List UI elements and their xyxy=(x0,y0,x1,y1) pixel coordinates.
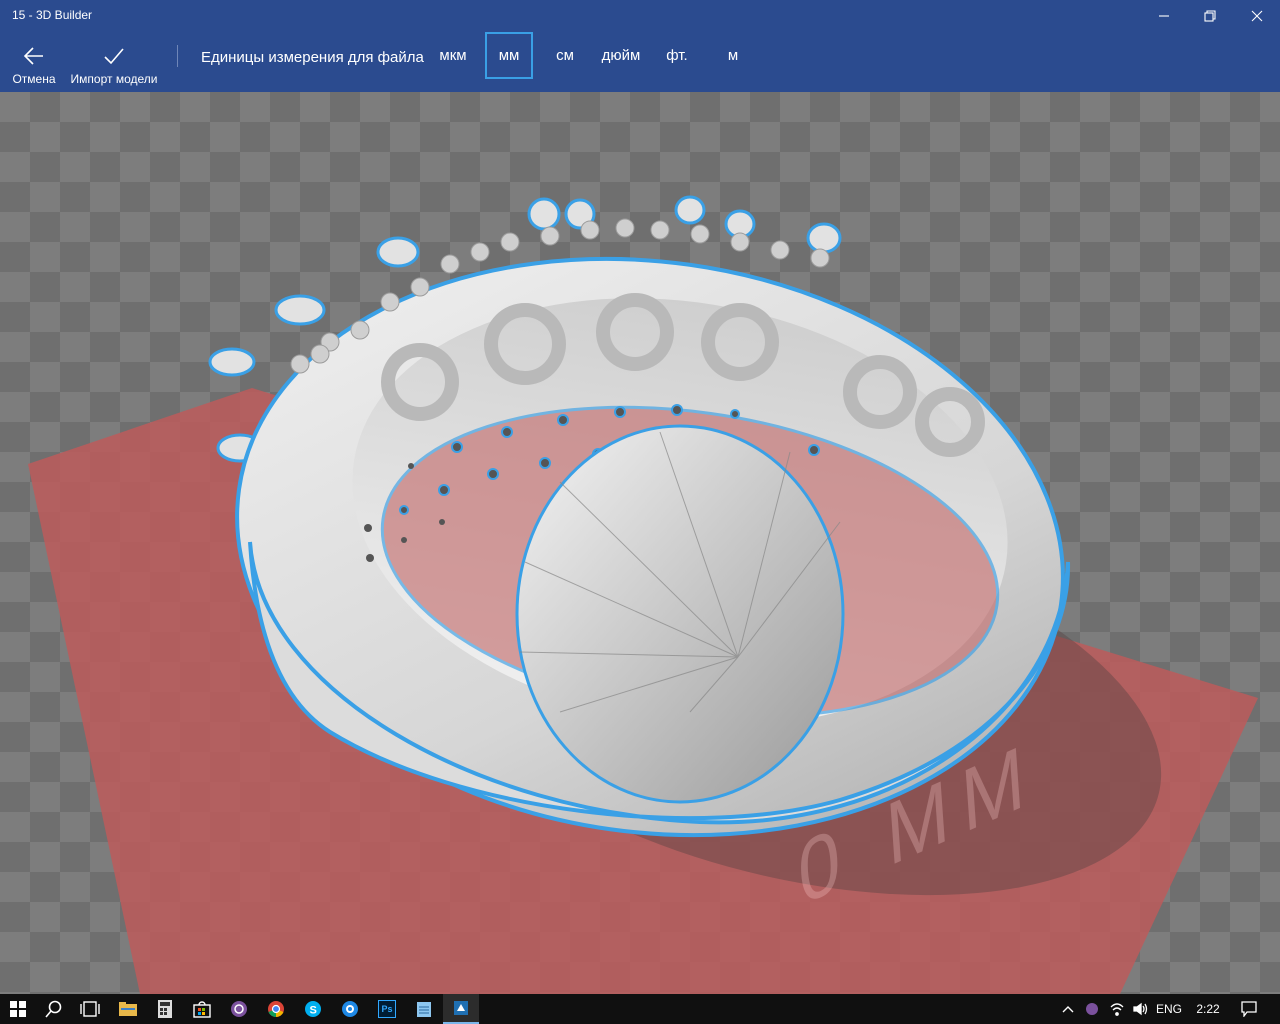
skype-button[interactable]: S xyxy=(295,994,331,1024)
volume-button[interactable] xyxy=(1130,994,1152,1024)
back-arrow-icon xyxy=(22,44,46,68)
store-button[interactable] xyxy=(184,994,220,1024)
title-bar: 15 - 3D Builder xyxy=(0,0,1280,32)
start-icon xyxy=(10,1001,26,1017)
svg-text:S: S xyxy=(310,1005,317,1017)
start-button[interactable] xyxy=(0,994,36,1024)
import-model-label: Импорт модели xyxy=(70,72,158,86)
chrome-button[interactable] xyxy=(258,994,294,1024)
wifi-icon xyxy=(1110,1003,1124,1016)
command-bar: Отмена Импорт модели Единицы измерения д… xyxy=(0,32,1280,92)
minimize-icon xyxy=(1159,15,1169,17)
unit-option-mm[interactable]: мм xyxy=(485,32,533,79)
taskbar: S Ps ENG 2:22 xyxy=(0,994,1280,1024)
3d-builder-button[interactable] xyxy=(443,994,479,1024)
command-separator xyxy=(177,45,178,67)
minimize-button[interactable] xyxy=(1141,0,1187,32)
skype-icon: S xyxy=(305,1001,321,1017)
notepad-button[interactable] xyxy=(406,994,442,1024)
store-icon xyxy=(193,1001,211,1018)
notification-icon xyxy=(1241,1001,1257,1017)
search-icon xyxy=(45,1000,62,1018)
action-center-button[interactable] xyxy=(1234,994,1264,1024)
file-explorer-icon xyxy=(119,1002,137,1016)
chevron-up-icon xyxy=(1062,1006,1074,1013)
photoshop-icon: Ps xyxy=(378,1000,396,1018)
file-explorer-button[interactable] xyxy=(110,994,146,1024)
cancel-label: Отмена xyxy=(12,72,56,86)
notepad-icon xyxy=(417,1002,431,1017)
camera-icon xyxy=(342,1001,358,1017)
task-view-icon xyxy=(80,1001,100,1017)
language-indicator[interactable]: ENG xyxy=(1154,994,1184,1024)
show-hidden-icons-button[interactable] xyxy=(1058,994,1078,1024)
viber-icon xyxy=(231,1001,247,1017)
unit-option-mkm[interactable]: мкм xyxy=(432,32,474,79)
3d-viewport[interactable]: 0 MM xyxy=(0,92,1280,994)
checkmark-icon xyxy=(102,44,126,68)
network-button[interactable] xyxy=(1106,994,1128,1024)
scene-canvas[interactable] xyxy=(0,92,1280,994)
viber-tray-icon xyxy=(1086,1003,1098,1015)
close-icon xyxy=(1251,10,1263,22)
search-button[interactable] xyxy=(36,994,72,1024)
cancel-button[interactable]: Отмена xyxy=(6,32,62,92)
photoshop-button[interactable]: Ps xyxy=(369,994,405,1024)
task-view-button[interactable] xyxy=(72,994,108,1024)
unit-option-cm[interactable]: см xyxy=(546,32,584,79)
calculator-button[interactable] xyxy=(147,994,183,1024)
unit-option-ft[interactable]: фт. xyxy=(660,32,694,79)
calculator-icon xyxy=(158,1000,172,1018)
units-label: Единицы измерения для файла xyxy=(201,49,424,66)
3d-builder-icon xyxy=(454,1001,468,1015)
import-model-button[interactable]: Импорт модели xyxy=(68,32,160,92)
window-title: 15 - 3D Builder xyxy=(12,8,93,22)
clock[interactable]: 2:22 xyxy=(1190,994,1226,1024)
restore-button[interactable] xyxy=(1187,0,1233,32)
photoshop-icon-label: Ps xyxy=(381,1004,393,1014)
unit-option-inch[interactable]: дюйм xyxy=(596,32,646,79)
close-button[interactable] xyxy=(1234,0,1280,32)
restore-icon xyxy=(1204,10,1216,22)
camera-button[interactable] xyxy=(332,994,368,1024)
chrome-icon xyxy=(268,1001,284,1018)
viber-button[interactable] xyxy=(221,994,257,1024)
tray-viber[interactable] xyxy=(1082,994,1102,1024)
center-gem xyxy=(515,424,845,804)
unit-option-m[interactable]: м xyxy=(720,32,746,79)
volume-icon xyxy=(1133,1002,1148,1016)
